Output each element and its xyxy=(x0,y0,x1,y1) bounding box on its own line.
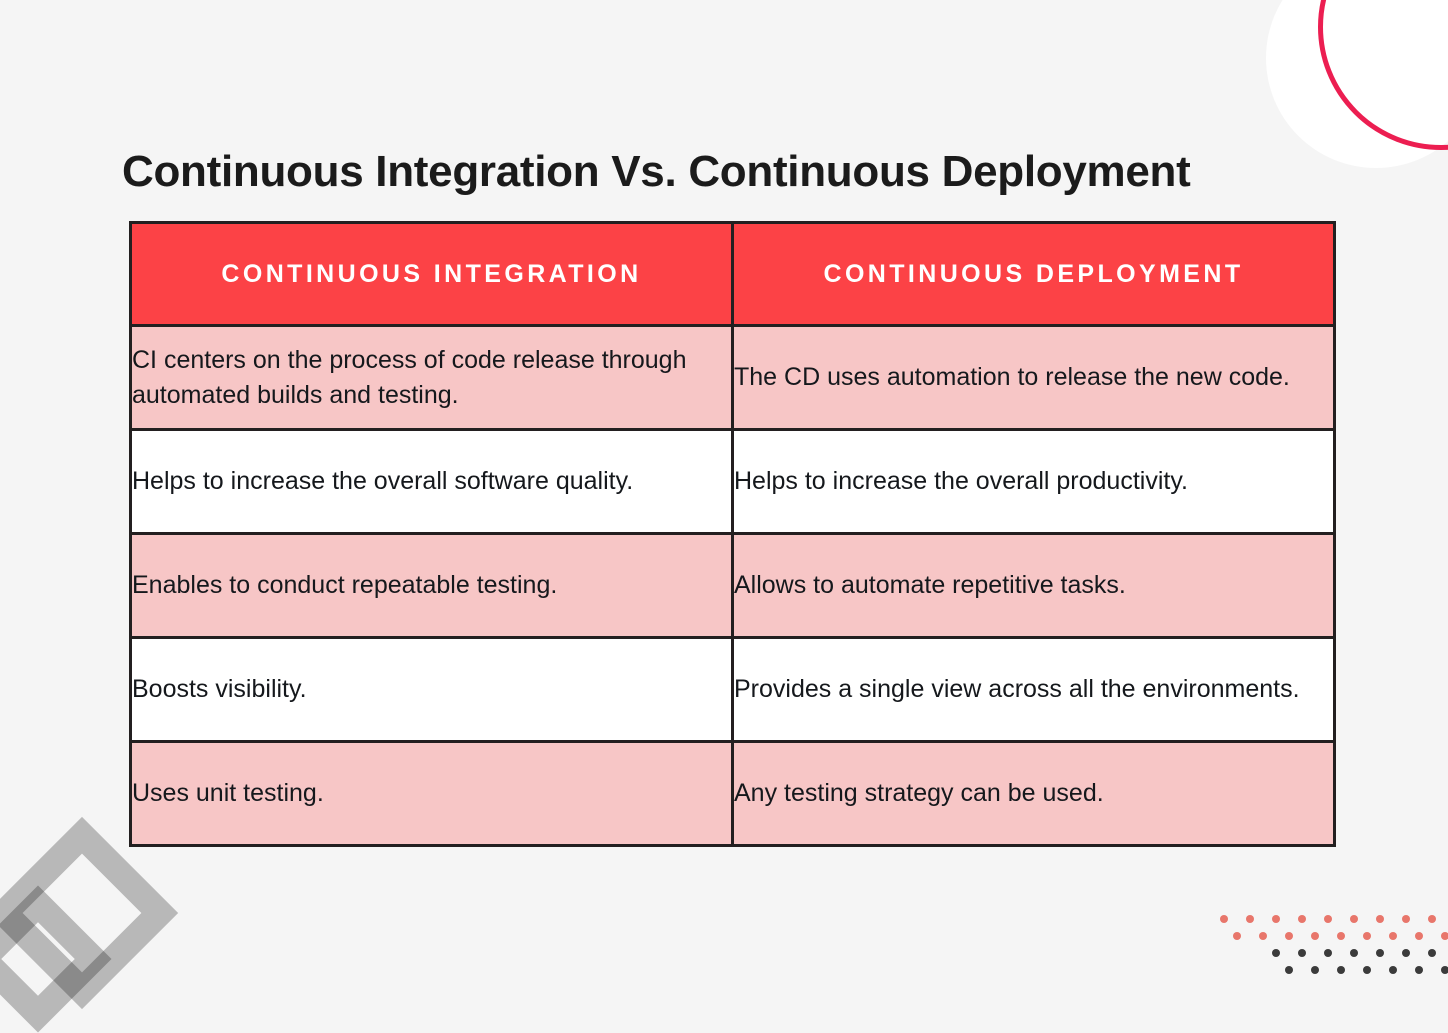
cell-cd: The CD uses automation to release the ne… xyxy=(731,324,1336,431)
dot-icon xyxy=(1285,966,1293,974)
column-header-continuous-deployment: CONTINUOUS DEPLOYMENT xyxy=(731,221,1336,327)
cell-ci: Boosts visibility. xyxy=(129,636,734,743)
dot-icon xyxy=(1259,932,1267,940)
dot-icon xyxy=(1324,949,1332,957)
table-row: Helps to increase the overall software q… xyxy=(129,428,1336,535)
table-row: Boosts visibility. Provides a single vie… xyxy=(129,636,1336,743)
dot-icon xyxy=(1337,932,1345,940)
cell-ci: Helps to increase the overall software q… xyxy=(129,428,734,535)
table-row: CI centers on the process of code releas… xyxy=(129,324,1336,431)
dot-icon xyxy=(1376,949,1384,957)
dot-icon xyxy=(1337,966,1345,974)
dot-row xyxy=(1272,949,1448,957)
diamond-ornament xyxy=(0,816,200,1033)
dot-icon xyxy=(1402,949,1410,957)
crimson-arc-icon xyxy=(1318,0,1448,150)
page-title: Continuous Integration Vs. Continuous De… xyxy=(122,147,1191,197)
dot-row xyxy=(1233,932,1448,940)
dot-icon xyxy=(1272,949,1280,957)
dot-icon xyxy=(1246,915,1254,923)
dot-row xyxy=(1220,915,1436,923)
dot-icon xyxy=(1415,932,1423,940)
cell-ci: CI centers on the process of code releas… xyxy=(129,324,734,431)
comparison-table: CONTINUOUS INTEGRATION CONTINUOUS DEPLOY… xyxy=(129,221,1336,847)
dot-icon xyxy=(1298,915,1306,923)
dot-icon xyxy=(1363,932,1371,940)
diamond-small-icon xyxy=(0,885,112,1033)
column-header-continuous-integration: CONTINUOUS INTEGRATION xyxy=(129,221,734,327)
dot-icon xyxy=(1311,966,1319,974)
dot-icon xyxy=(1350,949,1358,957)
dot-icon xyxy=(1324,915,1332,923)
dot-icon xyxy=(1428,949,1436,957)
cell-ci: Uses unit testing. xyxy=(129,740,734,847)
dot-icon xyxy=(1402,915,1410,923)
cell-cd: Provides a single view across all the en… xyxy=(731,636,1336,743)
dot-icon xyxy=(1350,915,1358,923)
dot-grid-ornament xyxy=(1220,915,1448,991)
dot-icon xyxy=(1441,966,1448,974)
dot-icon xyxy=(1389,932,1397,940)
dot-icon xyxy=(1441,932,1448,940)
table-row: Uses unit testing. Any testing strategy … xyxy=(129,740,1336,847)
cell-ci: Enables to conduct repeatable testing. xyxy=(129,532,734,639)
dot-icon xyxy=(1415,966,1423,974)
dot-icon xyxy=(1220,915,1228,923)
dot-icon xyxy=(1285,932,1293,940)
table-header-row: CONTINUOUS INTEGRATION CONTINUOUS DEPLOY… xyxy=(129,221,1336,327)
dot-icon xyxy=(1233,932,1241,940)
dot-icon xyxy=(1376,915,1384,923)
dot-icon xyxy=(1363,966,1371,974)
dot-icon xyxy=(1389,966,1397,974)
dot-row xyxy=(1285,966,1448,974)
dot-icon xyxy=(1428,915,1436,923)
dot-icon xyxy=(1311,932,1319,940)
cell-cd: Any testing strategy can be used. xyxy=(731,740,1336,847)
white-circle-icon xyxy=(1266,0,1448,168)
dot-icon xyxy=(1272,915,1280,923)
table-row: Enables to conduct repeatable testing. A… xyxy=(129,532,1336,639)
dot-icon xyxy=(1298,949,1306,957)
cell-cd: Helps to increase the overall productivi… xyxy=(731,428,1336,535)
cell-cd: Allows to automate repetitive tasks. xyxy=(731,532,1336,639)
table-body: CI centers on the process of code releas… xyxy=(129,324,1336,847)
table-header: CONTINUOUS INTEGRATION CONTINUOUS DEPLOY… xyxy=(129,221,1336,327)
